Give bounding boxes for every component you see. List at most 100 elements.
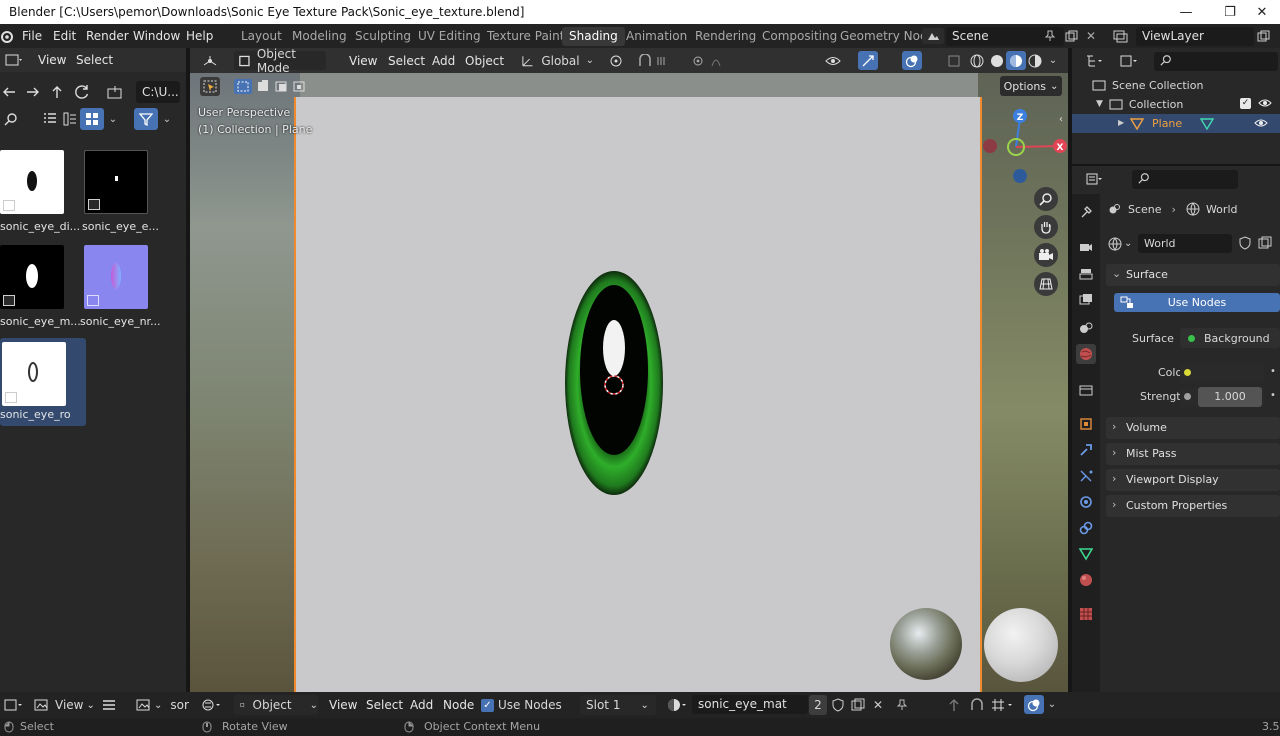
tab-constraints-icon[interactable] xyxy=(1076,518,1096,538)
refresh-icon[interactable] xyxy=(72,82,92,102)
surface-shader-selector[interactable]: Background xyxy=(1180,328,1280,348)
outliner-row-plane[interactable]: ▶ Plane xyxy=(1072,114,1280,133)
object-mode-dropdown[interactable]: Object Mode xyxy=(234,48,326,75)
file-thumbnail-card[interactable]: sonic_eye_e... xyxy=(82,150,170,240)
selection-mode-icons[interactable] xyxy=(232,77,322,96)
image-thumbnail[interactable] xyxy=(2,342,66,406)
outliner-search-field[interactable] xyxy=(1154,52,1278,71)
menu-file[interactable]: File xyxy=(22,29,42,43)
tab-texture-paint[interactable]: Texture Paint xyxy=(480,27,571,46)
unlink-material-icon[interactable]: ✕ xyxy=(870,697,886,713)
material-user-count[interactable]: 2 xyxy=(809,695,827,715)
tab-compositing[interactable]: Compositing xyxy=(755,27,844,46)
delete-scene-icon[interactable]: ✕ xyxy=(1084,29,1098,43)
tab-view-layer-icon[interactable] xyxy=(1076,290,1096,310)
tab-object-icon[interactable] xyxy=(1076,414,1096,434)
snap-icon[interactable] xyxy=(636,52,680,69)
image-view-menu[interactable]: View ⌄ xyxy=(34,696,95,714)
image-thumbnail[interactable] xyxy=(0,150,64,214)
blender-logo-icon[interactable] xyxy=(0,28,14,44)
material-preview-icon[interactable] xyxy=(1006,51,1026,70)
slot-dropdown[interactable]: Slot 1 ⌄ xyxy=(580,695,656,715)
menu-window[interactable]: Window xyxy=(133,29,180,43)
panel-mist-pass[interactable]: › Mist Pass xyxy=(1106,443,1280,465)
eye-visibility-icon[interactable] xyxy=(1258,97,1272,109)
chevron-down-icon[interactable]: ⌄ xyxy=(1046,697,1058,711)
minimize-button[interactable]: — xyxy=(1164,0,1208,24)
fb-menu-select[interactable]: Select xyxy=(76,53,113,67)
tab-animation[interactable]: Animation xyxy=(619,27,694,46)
checkbox-checked-icon[interactable]: ✓ xyxy=(481,698,494,712)
tool-select-icon[interactable] xyxy=(200,77,220,96)
options-dropdown[interactable]: Options ⌄ xyxy=(1000,76,1062,96)
parent-node-tree-icon[interactable] xyxy=(946,697,962,713)
node-menu-select[interactable]: Select xyxy=(366,698,403,712)
node-menu-node[interactable]: Node xyxy=(443,698,474,712)
camera-icon[interactable] xyxy=(1034,243,1058,267)
search-icon[interactable] xyxy=(2,110,20,128)
tab-sculpting[interactable]: Sculpting xyxy=(348,27,418,46)
visibility-icon[interactable] xyxy=(822,52,852,69)
outliner-row-collection[interactable]: ▼ Collection ✓ xyxy=(1096,95,1280,113)
new-directory-icon[interactable] xyxy=(104,82,126,102)
tab-tool-icon[interactable] xyxy=(1076,202,1096,222)
new-scene-icon[interactable] xyxy=(1064,29,1080,43)
perspective-grid-icon[interactable] xyxy=(1034,272,1058,296)
properties-search-field[interactable] xyxy=(1132,170,1238,189)
new-world-icon[interactable] xyxy=(1258,236,1272,250)
material-name-field[interactable]: sonic_eye_mat xyxy=(692,695,808,714)
tab-geometry-nodes[interactable]: Geometry Noc xyxy=(833,27,934,46)
vp-menu-object[interactable]: Object xyxy=(465,54,504,68)
tab-data-icon[interactable] xyxy=(1076,544,1096,564)
keyframe-dot-icon[interactable]: • xyxy=(1270,390,1276,401)
chevron-down-icon[interactable]: ⌄ xyxy=(106,112,120,126)
image-thumbnail[interactable] xyxy=(84,245,148,309)
outliner-editor-icon[interactable] xyxy=(1082,53,1108,69)
thumbnail-list-icon[interactable] xyxy=(60,110,80,128)
tab-scene-icon[interactable] xyxy=(1076,318,1096,338)
proportional-editing-icon[interactable] xyxy=(690,52,730,69)
editor-type-icon[interactable] xyxy=(2,52,26,68)
fake-user-icon[interactable] xyxy=(1238,236,1252,250)
shader-type-dropdown[interactable]: Object ⌄ xyxy=(234,695,318,715)
duplicate-material-icon[interactable] xyxy=(850,697,866,713)
menu-edit[interactable]: Edit xyxy=(53,29,76,43)
chevron-down-icon[interactable]: ⌄ xyxy=(160,112,174,126)
node-menu-view[interactable]: View xyxy=(329,698,357,712)
image-thumbnail[interactable] xyxy=(0,245,64,309)
tab-collection-icon[interactable] xyxy=(1076,380,1096,400)
image-editor-type-icon[interactable] xyxy=(2,697,26,713)
include-checkbox[interactable]: ✓ xyxy=(1240,98,1251,109)
pin-icon[interactable] xyxy=(1044,30,1056,42)
navigation-gizmo[interactable]: Z X xyxy=(978,108,1068,188)
tab-shading[interactable]: Shading xyxy=(562,27,625,46)
panel-volume[interactable]: › Volume xyxy=(1106,417,1280,439)
vp-menu-add[interactable]: Add xyxy=(432,54,455,68)
3d-viewport[interactable]: Object Mode View Select Add Object Globa… xyxy=(190,48,1068,692)
world-name-field[interactable]: World xyxy=(1138,234,1232,253)
file-thumbnail-card-selected[interactable]: sonic_eye_ro... xyxy=(0,338,86,426)
file-thumbnail-card[interactable]: sonic_eye_di... xyxy=(0,150,86,240)
menu-help[interactable]: Help xyxy=(186,29,213,43)
menu-render[interactable]: Render xyxy=(86,29,129,43)
new-view-layer-icon[interactable] xyxy=(1256,29,1272,43)
node-editor-type-icon[interactable] xyxy=(198,697,226,713)
tab-modifier-icon[interactable] xyxy=(1076,440,1096,460)
tab-world-icon[interactable] xyxy=(1076,344,1096,364)
use-nodes-toggle[interactable]: ✓ Use Nodes xyxy=(481,697,562,713)
world-datablock-selector[interactable]: ⌄ World xyxy=(1108,234,1280,253)
close-button[interactable]: ✕ xyxy=(1244,0,1280,24)
editor-type-icon[interactable] xyxy=(198,52,224,69)
rendered-shading-icon[interactable] xyxy=(1026,52,1044,69)
snap-target-icon[interactable] xyxy=(988,697,1018,713)
panel-custom-properties[interactable]: › Custom Properties xyxy=(1106,495,1280,517)
tab-rendering[interactable]: Rendering xyxy=(688,27,763,46)
xray-icon[interactable] xyxy=(946,52,962,69)
path-field[interactable]: C:\U... xyxy=(136,81,180,103)
pin-icon[interactable] xyxy=(894,697,910,713)
scene-selector-icon[interactable] xyxy=(922,28,944,44)
forward-arrow-icon[interactable] xyxy=(24,82,42,102)
transform-orientation-dropdown[interactable]: Global ⌄ xyxy=(520,51,594,70)
image-browse[interactable]: ⌄ sor xyxy=(136,696,189,714)
vp-menu-view[interactable]: View xyxy=(349,54,377,68)
